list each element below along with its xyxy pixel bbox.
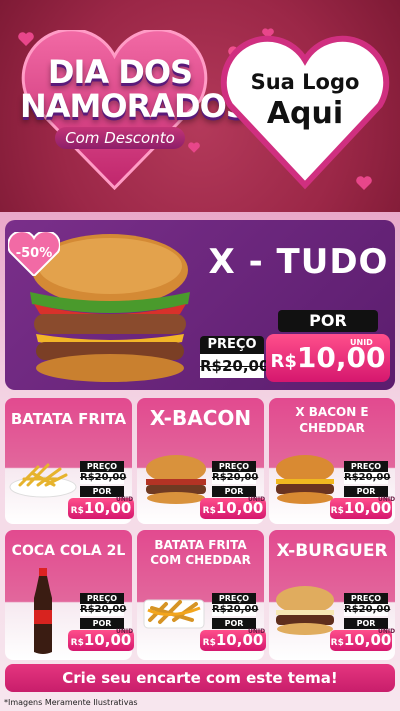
currency: R$ xyxy=(70,638,84,648)
old-price: R$20,00 xyxy=(80,472,127,484)
currency: R$ xyxy=(330,506,344,516)
unit: UNID xyxy=(248,496,266,503)
fries-with-cheddar-image xyxy=(143,599,205,629)
product-name: X-BURGUER xyxy=(276,541,388,561)
logo-placeholder: Sua Logo Aqui xyxy=(230,70,380,131)
cta-banner[interactable]: Crie seu encarte com este tema! xyxy=(5,664,395,692)
currency: R$ xyxy=(202,638,216,648)
featured-por-label: POR xyxy=(278,310,378,332)
unit: UNID xyxy=(248,628,266,635)
old-price: R$20,00 xyxy=(344,472,391,484)
preco-label: PREÇO xyxy=(80,461,124,472)
featured-currency: R$ xyxy=(270,351,297,372)
logo-text-line-2: Aqui xyxy=(266,96,344,131)
old-price: R$20,00 xyxy=(212,472,259,484)
burger-image xyxy=(276,586,334,635)
currency: R$ xyxy=(330,638,344,648)
featured-preco-label: PREÇO xyxy=(200,336,264,354)
preco-label: PREÇO xyxy=(344,461,388,472)
unit: UNID xyxy=(378,628,396,635)
disclaimer: *Imagens Meramente Ilustrativas xyxy=(4,698,138,707)
product-name: BATATA FRITA xyxy=(10,410,127,428)
old-price: R$20,00 xyxy=(80,604,127,616)
product-name: COCA COLA 2L xyxy=(11,543,126,559)
logo-text-line-1: Sua Logo xyxy=(250,70,360,94)
preco-label: PREÇO xyxy=(344,593,388,604)
product-name: X BACON E CHEDDAR xyxy=(295,405,369,435)
unit: UNID xyxy=(116,628,134,635)
preco-label: PREÇO xyxy=(212,593,256,604)
campaign-title: DIA DOS NAMORADOS Com Desconto xyxy=(20,53,249,149)
featured-old-price: R$20,00 xyxy=(200,354,269,378)
title-line-1: DIA DOS xyxy=(47,53,193,91)
title-line-2: NAMORADOS xyxy=(20,87,249,125)
subtitle: Com Desconto xyxy=(55,127,185,149)
preco-label: PREÇO xyxy=(212,461,256,472)
featured-unit: UNID xyxy=(350,338,373,347)
old-price: R$20,00 xyxy=(344,604,391,616)
unit: UNID xyxy=(116,496,134,503)
featured-product-name: X - TUDO xyxy=(208,242,389,282)
old-price: R$20,00 xyxy=(212,604,259,616)
burger-image xyxy=(276,455,334,504)
product-name: BATATA FRITA COM CHEDDAR xyxy=(150,538,251,567)
discount-label: -50% xyxy=(15,246,53,261)
currency: R$ xyxy=(70,506,84,516)
fries-image xyxy=(9,463,77,498)
burger-image xyxy=(146,455,206,504)
product-name: X-BACON xyxy=(149,406,252,430)
currency: R$ xyxy=(202,506,216,516)
soda-bottle-image xyxy=(34,568,52,654)
preco-label: PREÇO xyxy=(80,593,124,604)
unit: UNID xyxy=(378,496,396,503)
